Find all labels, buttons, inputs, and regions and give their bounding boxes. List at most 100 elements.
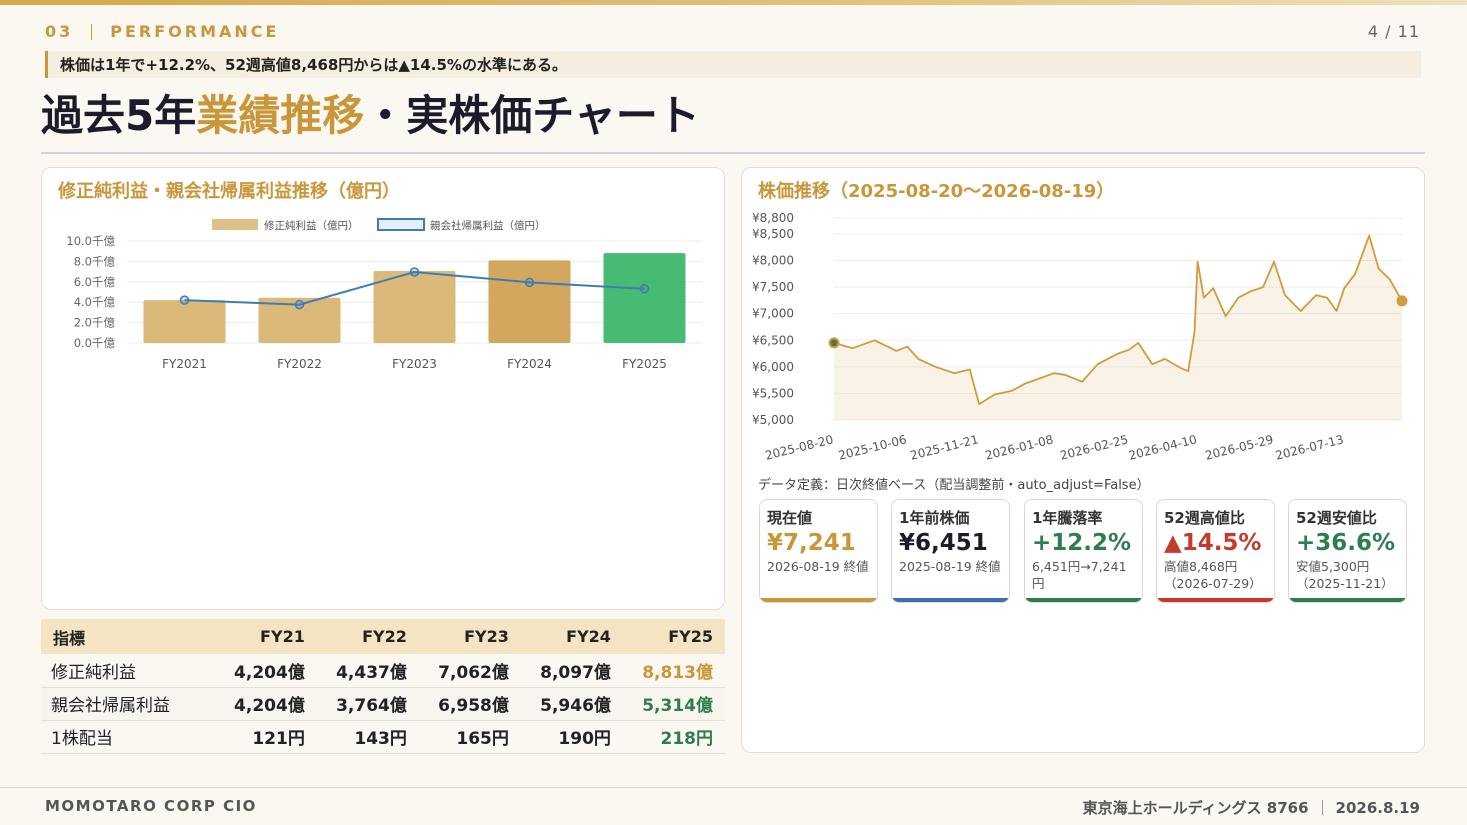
title-suffix: ・実株価チャート bbox=[364, 91, 700, 140]
table-cell: 4,437億 bbox=[316, 654, 419, 688]
earnings-chart-card: 修正純利益・親会社帰属利益推移（億円） 修正純利益（億円） 親会社帰属利益（億円… bbox=[41, 167, 725, 610]
y-tick-label: ¥6,000 bbox=[752, 360, 794, 374]
table-cell: 143円 bbox=[316, 720, 419, 754]
table-cell: 190円 bbox=[520, 720, 623, 754]
y-tick-label: ¥6,500 bbox=[752, 333, 794, 347]
footer-separator bbox=[1321, 800, 1323, 815]
kpi-sub: 高値8,468円（2026-07-29） bbox=[1164, 559, 1262, 591]
kpi-value: +36.6% bbox=[1296, 530, 1396, 556]
table-cell: 8,097億 bbox=[520, 654, 623, 688]
bar-FY2024 bbox=[488, 260, 571, 343]
footer-date: 2026.8.19 bbox=[1335, 798, 1420, 817]
y-tick-label: ¥8,500 bbox=[752, 227, 794, 241]
page-number: 4 / 11 bbox=[1367, 22, 1420, 41]
kpi-value: ▲14.5% bbox=[1164, 530, 1262, 556]
kpi-label: 52週安値比 bbox=[1296, 509, 1377, 527]
page-title: 過去5年業績推移・実株価チャート bbox=[41, 82, 700, 143]
table-header: FY25 bbox=[622, 619, 725, 654]
table-cell: 1株配当 bbox=[41, 720, 215, 754]
bar-FY2021 bbox=[143, 300, 226, 343]
table-cell: 4,204億 bbox=[214, 687, 317, 721]
kpi-value: +12.2% bbox=[1032, 530, 1132, 556]
table-cell: 5,314億 bbox=[622, 687, 725, 721]
x-tick-label: 2026-04-10 bbox=[1127, 432, 1198, 462]
table-cell: 7,062億 bbox=[418, 654, 521, 688]
x-tick-label: 2025-08-20 bbox=[764, 432, 835, 462]
kpi-sub: 安値5,300円（2025-11-21） bbox=[1296, 559, 1394, 591]
y-tick-label: ¥8,800 bbox=[752, 211, 794, 225]
footer-company: 東京海上ホールディングス 8766 bbox=[1082, 799, 1309, 817]
table-header: FY22 bbox=[316, 619, 419, 654]
stock-chart-title: 株価推移（2025-08-20〜2026-08-19） bbox=[758, 181, 1115, 202]
x-tick-label: FY2024 bbox=[507, 357, 552, 371]
table-cell: 修正純利益 bbox=[41, 654, 215, 688]
table-header-row: 指標 FY21 FY22 FY23 FY24 FY25 bbox=[41, 619, 725, 654]
y-tick-label: 10.0千億 bbox=[66, 234, 115, 248]
table-cell: 親会社帰属利益 bbox=[41, 687, 215, 721]
kpi-accent-bar bbox=[892, 598, 1009, 602]
earnings-chart-title: 修正純利益・親会社帰属利益推移（億円） bbox=[58, 181, 400, 202]
table-cell: 121円 bbox=[214, 720, 317, 754]
kpi-vs-52w-high: 52週高値比 ▲14.5% 高値8,468円（2026-07-29） bbox=[1156, 499, 1275, 603]
table-cell: 6,958億 bbox=[418, 687, 521, 721]
title-accent: 業績推移 bbox=[196, 91, 365, 140]
x-tick-label: FY2021 bbox=[162, 357, 207, 371]
y-tick-label: ¥7,500 bbox=[752, 280, 794, 294]
section-name: PERFORMANCE bbox=[110, 22, 280, 41]
kpi-sub: 2025-08-19 終値 bbox=[899, 559, 1001, 574]
legend-label-line: 親会社帰属利益（億円） bbox=[430, 219, 546, 232]
legend-label-bar: 修正純利益（億円） bbox=[264, 219, 359, 232]
y-tick-label: ¥8,000 bbox=[752, 254, 794, 268]
data-definition-note: データ定義：日次終値ベース（配当調整前・auto_adjust=False） bbox=[758, 478, 1150, 493]
lead-message: 株価は1年で+12.2%、52週高値8,468円からは▲14.5%の水準にある。 bbox=[45, 51, 1421, 78]
earnings-legend: 修正純利益（億円） 親会社帰属利益（億円） bbox=[212, 218, 546, 232]
table-row: 親会社帰属利益 4,204億 3,764億 6,958億 5,946億 5,31… bbox=[41, 687, 725, 721]
x-tick-label: FY2025 bbox=[622, 357, 667, 371]
kpi-sub: 6,451円→7,241円 bbox=[1032, 559, 1127, 591]
x-tick-label: 2026-05-29 bbox=[1204, 432, 1275, 462]
section-divider bbox=[91, 23, 93, 40]
kpi-vs-52w-low: 52週安値比 +36.6% 安値5,300円（2025-11-21） bbox=[1288, 499, 1407, 603]
kpi-label: 1年騰落率 bbox=[1032, 509, 1103, 527]
table-cell: 218円 bbox=[622, 720, 725, 754]
table-header: FY23 bbox=[418, 619, 521, 654]
metrics-table: 指標 FY21 FY22 FY23 FY24 FY25 修正純利益 4,204億… bbox=[41, 619, 725, 754]
kpi-sub: 2026-08-19 終値 bbox=[767, 559, 869, 574]
line-point bbox=[409, 267, 420, 277]
legend-swatch-line bbox=[377, 218, 425, 231]
line-point bbox=[524, 277, 535, 288]
kpi-label: 52週高値比 bbox=[1164, 509, 1245, 527]
table-header: FY21 bbox=[214, 619, 317, 654]
x-tick-label: 2026-07-13 bbox=[1274, 432, 1345, 462]
table-row: 1株配当 121円 143円 165円 190円 218円 bbox=[41, 720, 725, 754]
x-tick-label: FY2023 bbox=[392, 357, 437, 371]
kpi-label: 1年前株価 bbox=[899, 509, 970, 527]
top-accent-bar bbox=[0, 0, 1467, 5]
table-row: 修正純利益 4,204億 4,437億 7,062億 8,097億 8,813億 bbox=[41, 654, 725, 688]
y-tick-label: ¥5,500 bbox=[752, 386, 794, 400]
kpi-one-year-change: 1年騰落率 +12.2% 6,451円→7,241円 bbox=[1024, 499, 1143, 603]
kpi-current-price: 現在値 ¥7,241 2026-08-19 終値 bbox=[759, 499, 878, 603]
kpi-accent-bar bbox=[1289, 598, 1406, 602]
x-tick-label: 2026-02-25 bbox=[1059, 432, 1130, 462]
line-point bbox=[294, 299, 305, 310]
bar-FY2023 bbox=[373, 270, 456, 343]
section-number: 03 bbox=[45, 22, 74, 41]
stock-chart-card: 株価推移（2025-08-20〜2026-08-19） ¥5,000 ¥5,500… bbox=[741, 167, 1425, 753]
footer-author: MOMOTARO CORP CIO bbox=[45, 797, 257, 815]
kpi-year-ago-price: 1年前株価 ¥6,451 2025-08-19 終値 bbox=[891, 499, 1010, 603]
kpi-value: ¥6,451 bbox=[899, 530, 988, 556]
footer-divider bbox=[0, 787, 1467, 788]
line-point bbox=[639, 284, 650, 294]
x-tick-label: 2026-01-08 bbox=[984, 432, 1055, 462]
table-header: FY24 bbox=[520, 619, 623, 654]
table-cell: 3,764億 bbox=[316, 687, 419, 721]
kpi-value: ¥7,241 bbox=[767, 530, 856, 556]
earnings-chart: 修正純利益（億円） 親会社帰属利益（億円） FY2021 FY2022 FY2023… bbox=[66, 218, 702, 371]
x-tick-label: 2025-11-21 bbox=[909, 432, 980, 462]
start-point-marker bbox=[828, 337, 840, 349]
y-tick-label: 8.0千億 bbox=[74, 254, 116, 268]
y-tick-label: ¥7,000 bbox=[752, 307, 794, 321]
table-cell: 5,946億 bbox=[520, 687, 623, 721]
y-tick-label: 6.0千億 bbox=[74, 275, 116, 289]
